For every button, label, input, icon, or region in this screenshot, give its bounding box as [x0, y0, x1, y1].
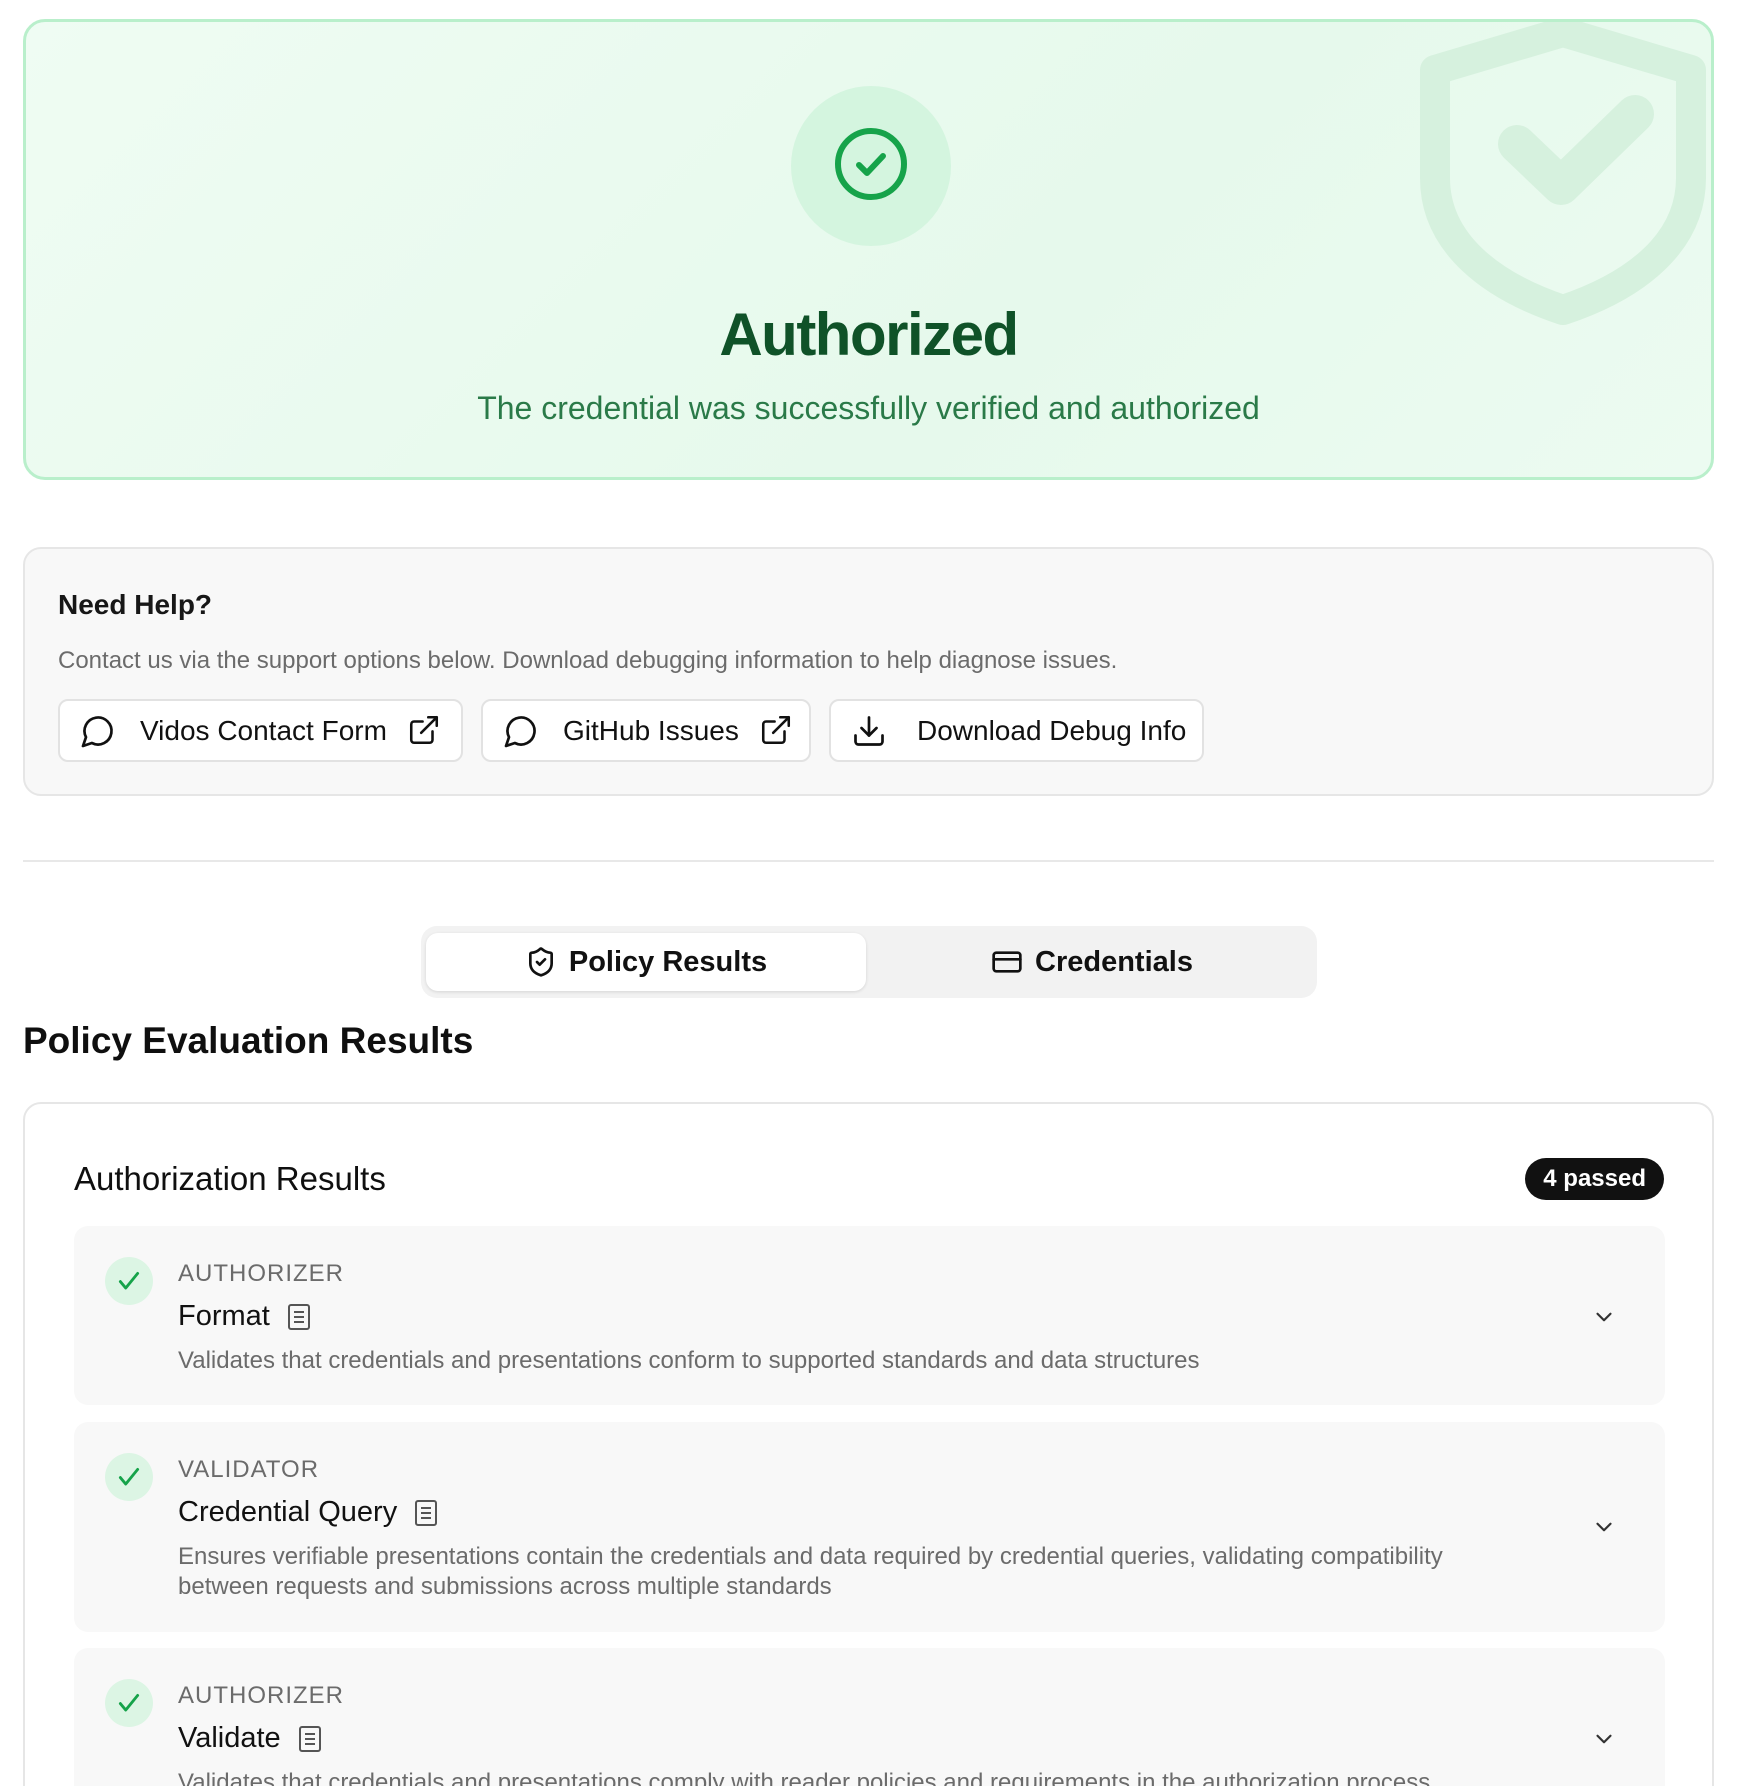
policy-name-row: Credential Query: [178, 1496, 439, 1529]
shield-check-icon: [525, 946, 557, 978]
tab-credentials-label: Credentials: [1035, 945, 1193, 978]
external-link-icon: [759, 713, 795, 749]
chevron-down-icon[interactable]: [1591, 1304, 1617, 1330]
chevron-down-icon[interactable]: [1591, 1726, 1617, 1752]
authorization-status-banner: Authorized The credential was successful…: [23, 19, 1714, 480]
github-issues-label: GitHub Issues: [563, 714, 739, 746]
chevron-down-icon[interactable]: [1591, 1514, 1617, 1540]
authorization-results-card: Authorization Results 4 passed AUTHORIZE…: [23, 1102, 1714, 1786]
help-title: Need Help?: [58, 589, 213, 620]
github-issues-button[interactable]: GitHub Issues: [481, 699, 811, 762]
tab-policy-results-label: Policy Results: [568, 945, 768, 978]
policy-kind: VALIDATOR: [178, 1456, 320, 1483]
download-debug-info-label: Download Debug Info: [917, 714, 1187, 746]
policy-name-row: Format: [178, 1300, 312, 1333]
results-tabs: Policy Results Credentials: [421, 926, 1317, 998]
check-icon: [105, 1679, 153, 1727]
policy-kind: AUTHORIZER: [178, 1682, 344, 1709]
results-title: Authorization Results: [74, 1160, 386, 1197]
section-divider: [23, 860, 1714, 862]
policy-name: Validate: [178, 1722, 281, 1754]
policy-description: Ensures verifiable presentations contain…: [178, 1543, 1443, 1600]
external-link-icon: [407, 713, 443, 749]
policy-name: Format: [178, 1300, 270, 1332]
credit-card-icon: [991, 946, 1023, 978]
document-icon[interactable]: [297, 1724, 323, 1754]
policy-item[interactable]: AUTHORIZER Format Validates that credent…: [74, 1226, 1665, 1405]
message-circle-icon: [80, 713, 116, 749]
status-title: Authorized: [719, 301, 1019, 368]
section-title: Policy Evaluation Results: [23, 1020, 474, 1061]
policy-description: Validates that credentials and presentat…: [178, 1769, 1431, 1786]
policy-name: Credential Query: [178, 1496, 398, 1528]
download-icon: [851, 713, 887, 749]
policy-description: Validates that credentials and presentat…: [178, 1347, 1200, 1374]
status-subtitle: The credential was successfully verified…: [477, 390, 1260, 426]
document-icon[interactable]: [413, 1498, 439, 1528]
help-card: Need Help? Contact us via the support op…: [23, 547, 1714, 796]
message-circle-icon: [503, 713, 539, 749]
policy-item[interactable]: AUTHORIZER Validate Validates that crede…: [74, 1648, 1665, 1786]
policy-name-row: Validate: [178, 1722, 323, 1755]
download-debug-info-button[interactable]: Download Debug Info: [829, 699, 1204, 762]
shield-check-watermark-icon: [1413, 22, 1711, 348]
help-description: Contact us via the support options below…: [58, 647, 1118, 674]
check-icon: [105, 1453, 153, 1501]
check-icon: [105, 1257, 153, 1305]
check-circle-icon: [832, 125, 910, 208]
page: Authorized The credential was successful…: [0, 0, 1738, 1786]
policy-item[interactable]: VALIDATOR Credential Query Ensures verif…: [74, 1422, 1665, 1632]
policy-kind: AUTHORIZER: [178, 1260, 344, 1287]
document-icon[interactable]: [286, 1302, 312, 1332]
check-circle-badge: [791, 86, 951, 246]
vidos-contact-form-button[interactable]: Vidos Contact Form: [58, 699, 463, 762]
tab-policy-results[interactable]: Policy Results: [426, 933, 866, 991]
passed-count-badge: 4 passed: [1525, 1158, 1664, 1200]
vidos-contact-form-label: Vidos Contact Form: [140, 714, 387, 746]
tab-credentials[interactable]: Credentials: [872, 933, 1312, 991]
